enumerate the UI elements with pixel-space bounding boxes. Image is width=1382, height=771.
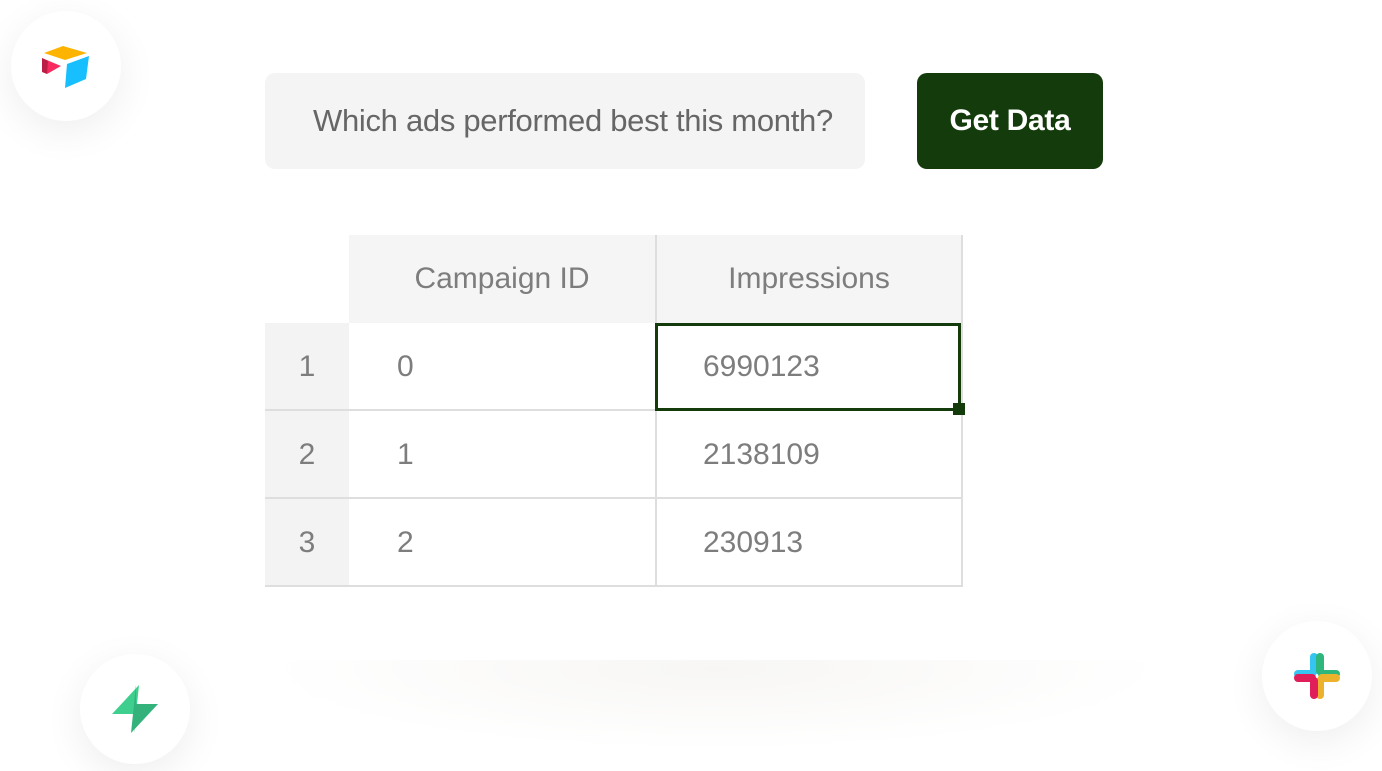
card-shadow xyxy=(265,660,1165,750)
fill-handle[interactable] xyxy=(953,403,965,415)
table-cell-impressions[interactable]: 2138109 xyxy=(655,411,961,499)
row-number: 3 xyxy=(265,499,349,587)
column-header-label: Impressions xyxy=(728,262,890,295)
table-cell-campaign-id[interactable]: 2 xyxy=(349,499,655,587)
get-data-button[interactable]: Get Data xyxy=(917,73,1103,169)
table-cell-impressions[interactable]: 6990123 xyxy=(655,323,961,411)
table-cell-campaign-id[interactable]: 0 xyxy=(349,323,655,411)
table-cell-campaign-id[interactable]: 1 xyxy=(349,411,655,499)
table-cell-impressions[interactable]: 230913 xyxy=(655,499,961,587)
supabase-badge xyxy=(80,654,190,764)
supabase-logo-icon xyxy=(112,685,158,733)
row-divider xyxy=(265,585,963,587)
row-divider xyxy=(265,497,963,499)
row-divider xyxy=(265,409,963,411)
column-header-impressions[interactable]: Impressions xyxy=(657,235,961,323)
column-header-label: Campaign ID xyxy=(414,262,590,295)
airtable-logo-icon xyxy=(42,46,89,88)
column-header-campaign-id[interactable]: Campaign ID xyxy=(349,235,655,323)
slack-badge xyxy=(1262,621,1372,731)
get-data-label: Get Data xyxy=(949,104,1071,137)
row-number: 1 xyxy=(265,323,349,411)
slack-logo-icon xyxy=(1294,653,1340,699)
row-number: 2 xyxy=(265,411,349,499)
column-divider xyxy=(655,235,657,587)
query-text: Which ads performed best this month? xyxy=(313,103,833,138)
query-input[interactable]: Which ads performed best this month? xyxy=(265,73,865,169)
airtable-badge xyxy=(11,11,121,121)
